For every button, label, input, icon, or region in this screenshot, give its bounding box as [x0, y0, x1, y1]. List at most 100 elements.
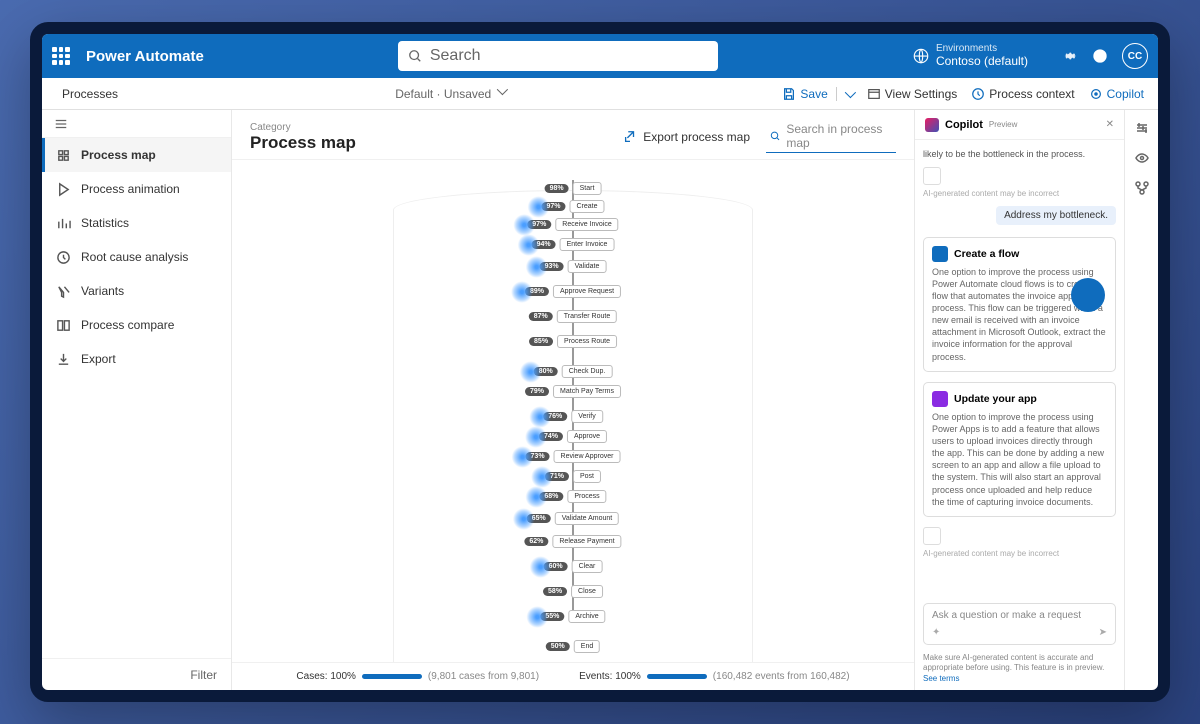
process-node[interactable]: 94%Enter Invoice — [532, 238, 615, 251]
app-icon — [932, 391, 948, 407]
right-rail — [1124, 110, 1158, 690]
copy-icon[interactable] — [923, 167, 941, 185]
cases-bar — [362, 674, 422, 679]
nav-icon — [56, 250, 71, 265]
process-node[interactable]: 58%Close — [543, 585, 603, 598]
process-node[interactable]: 93%Validate — [540, 260, 607, 273]
process-node[interactable]: 62%Release Payment — [524, 535, 621, 548]
process-node[interactable]: 73%Review Approver — [526, 450, 621, 463]
process-map-canvas[interactable]: 98%Start 97%Create 97%Receive Invoice 94%En… — [232, 160, 914, 662]
card-update-app[interactable]: Update your app One option to improve th… — [923, 382, 1116, 517]
sidebar-item-process-compare[interactable]: Process compare — [42, 308, 231, 342]
footer-stats: Cases: 100% (9,801 cases from 9,801) Eve… — [232, 662, 914, 690]
save-button[interactable]: Save — [782, 87, 852, 101]
sidebar-item-process-animation[interactable]: Process animation — [42, 172, 231, 206]
process-search[interactable]: Search in process map — [766, 120, 896, 153]
copilot-button[interactable]: Copilot — [1089, 87, 1144, 101]
process-node[interactable]: 80%Check Dup. — [534, 365, 613, 378]
nav-icon — [56, 284, 71, 299]
process-node[interactable]: 87%Transfer Route — [529, 310, 617, 323]
sidebar-item-variants[interactable]: Variants — [42, 274, 231, 308]
process-node[interactable]: 98%Start — [545, 182, 602, 195]
settings-icon[interactable] — [1062, 48, 1078, 64]
see-terms-link[interactable]: See terms — [923, 674, 959, 683]
export-process-map[interactable]: Export process map — [623, 130, 750, 144]
filter-button[interactable]: Filter — [42, 658, 231, 690]
waffle-icon[interactable] — [52, 47, 70, 65]
sidebar-item-root-cause-analysis[interactable]: Root cause analysis — [42, 240, 231, 274]
search-icon — [770, 130, 780, 142]
breadcrumb[interactable]: Processes — [62, 87, 118, 101]
events-bar — [647, 674, 707, 679]
search-icon — [408, 49, 422, 63]
nav-icon — [56, 216, 71, 231]
app-topbar: Power Automate Search Environments Conto… — [42, 34, 1158, 78]
branch-icon[interactable] — [1134, 180, 1150, 196]
highlight-dot — [1071, 278, 1105, 312]
global-search[interactable]: Search — [398, 41, 718, 71]
sidebar-item-export[interactable]: Export — [42, 342, 231, 376]
help-icon[interactable] — [1092, 48, 1108, 64]
copilot-msg: likely to be the bottleneck in the proce… — [923, 148, 1116, 161]
content-area: Category Process map Export process map … — [232, 110, 914, 690]
process-node[interactable]: 60%Clear — [544, 560, 603, 573]
process-node[interactable]: 71%Post — [545, 470, 601, 483]
send-icon[interactable]: ➤ — [1099, 627, 1107, 638]
app-title: Power Automate — [86, 48, 204, 65]
nav-icon — [56, 352, 71, 367]
process-node[interactable]: 68%Process — [539, 490, 606, 503]
view-settings-button[interactable]: View Settings — [867, 87, 958, 101]
sidebar-item-statistics[interactable]: Statistics — [42, 206, 231, 240]
copy-icon[interactable] — [923, 527, 941, 545]
process-node[interactable]: 97%Receive Invoice — [527, 218, 618, 231]
user-avatar[interactable]: CC — [1122, 43, 1148, 69]
process-context-button[interactable]: Process context — [971, 87, 1074, 101]
nav-icon — [56, 148, 71, 163]
left-sidebar: Process mapProcess animationStatisticsRo… — [42, 110, 232, 690]
copilot-input[interactable]: Ask a question or make a request ✦ ➤ — [923, 603, 1116, 645]
card-create-flow[interactable]: Create a flow One option to improve the … — [923, 237, 1116, 372]
process-node[interactable]: 85%Process Route — [529, 335, 617, 348]
chevron-down-icon[interactable] — [845, 86, 856, 97]
events-label: Events: 100% — [579, 671, 641, 682]
ai-disclaimer: AI-generated content may be incorrect — [923, 549, 1116, 558]
sliders-icon[interactable] — [1134, 120, 1150, 136]
process-node[interactable]: 76%Verify — [543, 410, 603, 423]
process-node[interactable]: 97%Create — [541, 200, 604, 213]
sparkle-icon[interactable]: ✦ — [932, 627, 940, 638]
context-icon — [971, 87, 985, 101]
hamburger-icon[interactable] — [42, 110, 231, 138]
doc-state[interactable]: Default · Unsaved — [128, 87, 772, 101]
eye-icon[interactable] — [1134, 150, 1150, 166]
command-bar: Processes Default · Unsaved Save View Se… — [42, 78, 1158, 110]
process-node[interactable]: 79%Match Pay Terms — [525, 385, 621, 398]
search-placeholder: Search — [430, 47, 481, 65]
environment-icon — [912, 47, 930, 65]
filter-icon — [56, 611, 182, 702]
flow-icon — [932, 246, 948, 262]
close-icon[interactable]: ✕ — [1106, 119, 1114, 130]
export-icon — [623, 130, 637, 144]
process-node[interactable]: 50%End — [546, 640, 600, 653]
ai-disclaimer: AI-generated content may be incorrect — [923, 189, 1116, 198]
env-label: Environments — [936, 44, 1028, 54]
nav-icon — [56, 182, 71, 197]
save-icon — [782, 87, 796, 101]
sidebar-item-process-map[interactable]: Process map — [42, 138, 231, 172]
process-node[interactable]: 55%Archive — [540, 610, 605, 623]
page-crumb: Category — [250, 122, 356, 133]
process-node[interactable]: 89%Approve Request — [525, 285, 621, 298]
cases-detail: (9,801 cases from 9,801) — [428, 671, 539, 682]
process-node[interactable]: 74%Approve — [539, 430, 607, 443]
nav-icon — [56, 318, 71, 333]
env-name: Contoso (default) — [936, 54, 1028, 68]
copilot-footer: Make sure AI-generated content is accura… — [915, 653, 1124, 690]
copilot-icon — [1089, 87, 1103, 101]
user-message: Address my bottleneck. — [996, 206, 1116, 225]
page-title: Process map — [250, 133, 356, 153]
environment-picker[interactable]: Environments Contoso (default) — [912, 44, 1028, 68]
copilot-panel: Copilot Preview ✕ likely to be the bottl… — [914, 110, 1124, 690]
events-detail: (160,482 events from 160,482) — [713, 671, 850, 682]
process-node[interactable]: 65%Validate Amount — [527, 512, 619, 525]
preview-tag: Preview — [989, 120, 1017, 129]
